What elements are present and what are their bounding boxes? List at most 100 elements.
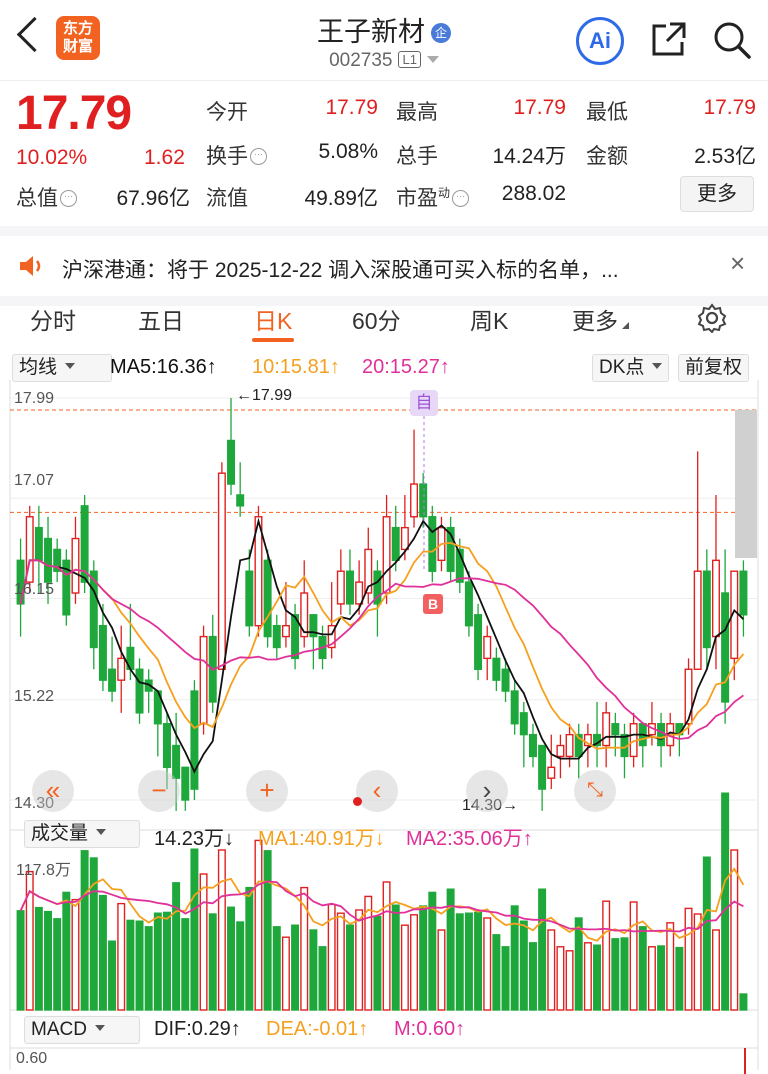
buy-marker[interactable]: B <box>423 594 443 614</box>
volume-bar-down <box>519 920 528 1011</box>
notice-bar[interactable]: 沪深港通：将于 2025-12-22 调入深股通可买入标的名单，... × <box>0 226 768 306</box>
candle-down <box>538 744 547 790</box>
stat-value: 17.79 <box>325 96 378 119</box>
volume-bar-up <box>629 901 638 1011</box>
active-tab-indicator <box>252 338 294 342</box>
volume-bar-up <box>117 902 126 1011</box>
settings-gear-icon[interactable] <box>697 303 727 333</box>
change-amount: 1.62 <box>144 146 185 169</box>
chevron-down-icon <box>652 363 663 369</box>
candle-down <box>721 592 730 703</box>
current-price: 17.79 <box>16 87 132 140</box>
volume-bar-down <box>263 850 272 1011</box>
tab-3[interactable]: 60分 <box>352 302 401 336</box>
stat-label: 总手 <box>396 140 438 170</box>
candle-down <box>190 690 199 790</box>
volume-bar-up <box>336 912 345 1011</box>
volume-bar-down <box>291 924 300 1011</box>
candle-down <box>272 624 281 649</box>
stat-label-text: 市盈 <box>396 187 438 210</box>
share-icon[interactable] <box>650 20 688 58</box>
tab-label: 60分 <box>352 308 401 334</box>
status-dot <box>353 797 362 806</box>
ai-button[interactable]: Ai <box>576 17 624 65</box>
scroll-left-button[interactable]: ‹ <box>356 770 398 812</box>
stat-value: 14.24万 <box>492 145 566 168</box>
volume-bar-down <box>16 910 25 1011</box>
high-marker: ←17.99 <box>236 387 293 404</box>
enterprise-badge: 企 <box>431 23 451 43</box>
volume-bar-down <box>464 912 473 1011</box>
candle-up <box>602 712 611 747</box>
stat-label: 最低 <box>586 96 628 126</box>
stock-code: 002735 <box>329 50 393 71</box>
adjust-select[interactable]: 前复权 <box>678 354 750 382</box>
stat-label: 流值 <box>206 182 248 212</box>
notice-text: 沪深港通：将于 2025-12-22 调入深股通可买入标的名单，... <box>62 259 619 282</box>
more-button[interactable]: 更多 <box>680 176 754 212</box>
tab-5[interactable]: 更多 <box>572 302 629 336</box>
volume-axis-max: 117.8万 <box>16 862 71 879</box>
info-icon[interactable]: ··· <box>452 190 470 207</box>
close-icon[interactable]: × <box>730 248 745 279</box>
macd-select[interactable]: MACD <box>24 1016 140 1044</box>
tab-2[interactable]: 日K <box>254 302 292 336</box>
self-select-marker[interactable]: 自 <box>410 390 438 416</box>
tab-1[interactable]: 五日 <box>138 302 184 336</box>
volume-bar-down <box>345 924 354 1011</box>
indicator-select-label: 均线 <box>19 357 58 378</box>
chevron-icon <box>622 322 629 329</box>
scroll-left-fast-button[interactable]: « <box>32 770 74 812</box>
candle-down <box>391 526 400 562</box>
macd-axis-tick: 0.60 <box>16 1050 48 1067</box>
volume-bar-down <box>373 915 382 1011</box>
volume-bar-up <box>666 922 675 1011</box>
stat-label-text: 金额 <box>586 145 628 168</box>
volume-bar-down <box>391 904 400 1011</box>
volume-bar-down <box>309 929 318 1011</box>
info-icon[interactable]: ··· <box>250 148 267 165</box>
ma5-line <box>19 517 745 774</box>
volume-bar-down <box>108 940 117 1011</box>
chart-scrollbar <box>735 410 757 558</box>
candle-down <box>172 744 181 779</box>
zoom-out-button[interactable]: − <box>138 770 180 812</box>
volume-bar-up <box>254 839 263 1011</box>
tab-4[interactable]: 周K <box>470 302 508 336</box>
stat-value: 5.08% <box>318 140 378 163</box>
volume-bar-down <box>227 906 236 1011</box>
candle-down <box>181 766 190 801</box>
kline-chart[interactable] <box>0 380 768 1074</box>
candle-down <box>611 723 620 736</box>
volume-bar-up <box>711 929 720 1011</box>
candle-up <box>336 570 345 605</box>
volume-bar-down <box>721 792 730 1011</box>
candle-down <box>501 668 510 692</box>
tab-0[interactable]: 分时 <box>30 302 76 336</box>
stat-label: 最高 <box>396 96 438 126</box>
indicator-select[interactable]: 均线 <box>12 354 112 382</box>
dk-point-select[interactable]: DK点 <box>592 354 670 382</box>
info-icon[interactable]: ··· <box>60 190 77 207</box>
candle-down <box>510 690 519 725</box>
candle-down <box>474 614 483 670</box>
scroll-right-button[interactable]: › <box>466 770 508 812</box>
volume-bar-down <box>501 946 510 1011</box>
volume-bar-up <box>382 881 391 1011</box>
candle-down <box>419 483 428 518</box>
volume-bar-down <box>675 946 684 1011</box>
change-percent: 10.02% <box>16 146 88 169</box>
expand-icon[interactable]: ⤡ <box>574 770 616 812</box>
candle-down <box>34 526 43 562</box>
candle-up <box>565 733 574 758</box>
volume-select[interactable]: 成交量 <box>24 820 140 848</box>
volume-bar-down <box>245 886 254 1011</box>
search-icon[interactable] <box>712 20 752 60</box>
volume-bar-down <box>162 911 171 1011</box>
stat-value: 49.89亿 <box>304 187 378 210</box>
volume-bar-up <box>547 929 556 1011</box>
volume-bar-up <box>565 950 574 1011</box>
volume-bar-up <box>281 936 290 1011</box>
zoom-in-button[interactable]: + <box>246 770 288 812</box>
candle-down <box>135 668 144 714</box>
